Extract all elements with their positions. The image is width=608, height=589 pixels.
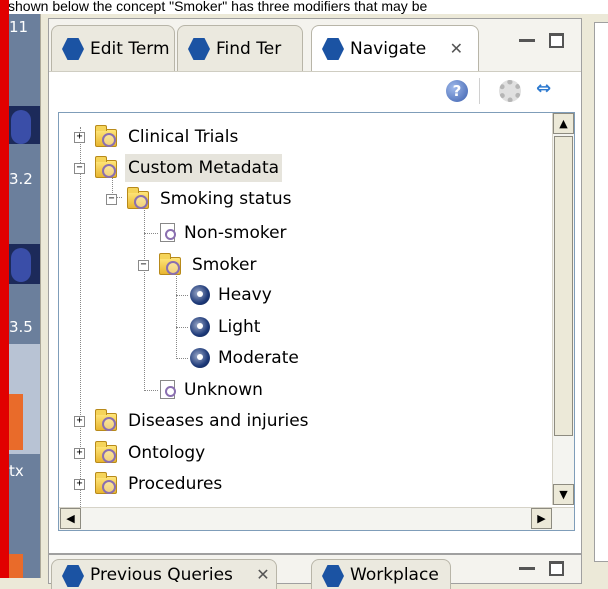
scroll-up-button[interactable]: ▲ — [553, 113, 574, 134]
tree-node-label: Unknown — [184, 380, 263, 400]
hexagon-icon — [322, 565, 344, 587]
tree-node-moderate[interactable]: Moderate — [59, 344, 539, 372]
bottom-tabbar: Previous Queries ✕ Workplace — [48, 554, 582, 589]
toolbar-separator — [479, 78, 480, 104]
red-margin-bar — [0, 0, 9, 578]
tree-node-label: Non-smoker — [184, 223, 287, 243]
tree-node-custom-metadata[interactable]: − Custom Metadata — [59, 154, 539, 182]
tree-node-label: Moderate — [218, 348, 299, 368]
minimize-icon[interactable] — [519, 567, 535, 570]
panel-tabbar: Edit Term Find Ter Navigate ✕ — [49, 19, 581, 72]
strip-label-4: tx — [9, 462, 24, 480]
link-with-editor-icon[interactable]: ⇔ — [536, 78, 551, 99]
collapse-icon[interactable]: − — [74, 163, 85, 174]
modifier-icon — [190, 348, 210, 368]
folder-icon — [95, 472, 117, 494]
folder-icon — [95, 125, 117, 147]
maximize-icon[interactable] — [549, 561, 564, 576]
strip-label-2: 3.2 — [9, 170, 33, 188]
tab-workplace-label: Workplace — [350, 565, 439, 585]
tab-workplace[interactable]: Workplace — [311, 559, 451, 589]
ontology-tree: + Clinical Trials − Custom Metadata − Sm… — [58, 112, 575, 531]
folder-icon — [95, 156, 117, 178]
hexagon-icon — [188, 38, 210, 60]
help-icon[interactable]: ? — [446, 80, 468, 102]
tab-navigate[interactable]: Navigate ✕ — [311, 25, 479, 71]
tab-previous-queries[interactable]: Previous Queries ✕ — [51, 559, 277, 589]
left-window-strip: 11 3.2 3.5 tx — [9, 14, 40, 578]
tab-find-term[interactable]: Find Ter — [177, 25, 303, 71]
hexagon-icon — [62, 565, 84, 587]
tree-node-unknown[interactable]: Unknown — [59, 376, 539, 404]
concept-icon — [160, 380, 176, 399]
modifier-icon — [190, 285, 210, 305]
tree-node-smoker[interactable]: − Smoker — [59, 251, 539, 279]
tab-edit-term[interactable]: Edit Term — [51, 25, 175, 71]
document-caption: shown below the concept "Smoker" has thr… — [0, 0, 608, 14]
right-panel-edge — [584, 14, 608, 578]
expand-icon[interactable]: + — [74, 479, 85, 490]
tab-find-term-label: Find Ter — [216, 39, 282, 59]
folder-icon — [95, 441, 117, 463]
scroll-down-button[interactable]: ▼ — [553, 484, 574, 505]
close-icon[interactable]: ✕ — [256, 565, 269, 584]
expand-icon[interactable]: + — [74, 448, 85, 459]
tree-node-label: Custom Metadata — [125, 154, 283, 182]
strip-label-1: 11 — [9, 18, 29, 36]
panel-toolbar: ? ⇔ — [49, 72, 581, 110]
tree-node-label: Smoker — [192, 255, 257, 275]
gear-icon[interactable] — [499, 80, 521, 102]
minimize-icon[interactable] — [519, 39, 535, 42]
tab-edit-term-label: Edit Term — [90, 39, 170, 59]
strip-label-3: 3.5 — [9, 318, 33, 336]
expand-icon[interactable]: + — [74, 132, 85, 143]
scroll-thumb[interactable] — [554, 136, 573, 436]
tree-node-label: Smoking status — [160, 189, 292, 209]
tree-node-label: Ontology — [128, 443, 206, 463]
tree-node-label: Diseases and injuries — [128, 411, 309, 431]
navigate-panel: Edit Term Find Ter Navigate ✕ ? ⇔ + Clin… — [48, 18, 582, 554]
tree-node-procedures[interactable]: + Procedures — [59, 470, 539, 498]
collapse-icon[interactable]: − — [138, 260, 149, 271]
tree-node-label: Procedures — [128, 474, 223, 494]
tree-node-label: Clinical Trials — [128, 127, 239, 147]
close-icon[interactable]: ✕ — [450, 39, 463, 58]
tree-node-ontology[interactable]: + Ontology — [59, 439, 539, 467]
tree-node-label: Heavy — [218, 285, 272, 305]
modifier-icon — [190, 317, 210, 337]
tree-node-smoking-status[interactable]: − Smoking status — [59, 185, 539, 213]
scroll-right-button[interactable]: ▶ — [531, 508, 552, 529]
tree-node-label: Light — [218, 317, 261, 337]
horizontal-scrollbar[interactable]: ◀ ▶ — [59, 507, 574, 530]
tab-previous-queries-label: Previous Queries — [90, 565, 233, 585]
concept-icon — [160, 223, 176, 242]
tree-node-diseases-and-injuries[interactable]: + Diseases and injuries — [59, 407, 539, 435]
tree-node-light[interactable]: Light — [59, 313, 539, 341]
folder-icon — [95, 409, 117, 431]
hexagon-icon — [62, 38, 84, 60]
hexagon-icon — [322, 38, 344, 60]
tab-navigate-label: Navigate — [350, 39, 427, 59]
tree-node-non-smoker[interactable]: Non-smoker — [59, 219, 539, 247]
folder-icon — [127, 187, 149, 209]
maximize-icon[interactable] — [549, 33, 564, 48]
scroll-left-button[interactable]: ◀ — [60, 508, 81, 529]
tree-node-heavy[interactable]: Heavy — [59, 281, 539, 309]
tree-node-clinical-trials[interactable]: + Clinical Trials — [59, 123, 539, 151]
folder-icon — [159, 253, 181, 275]
expand-icon[interactable]: + — [74, 416, 85, 427]
collapse-icon[interactable]: − — [106, 194, 117, 205]
vertical-scrollbar[interactable]: ▲ ▼ — [552, 113, 574, 505]
